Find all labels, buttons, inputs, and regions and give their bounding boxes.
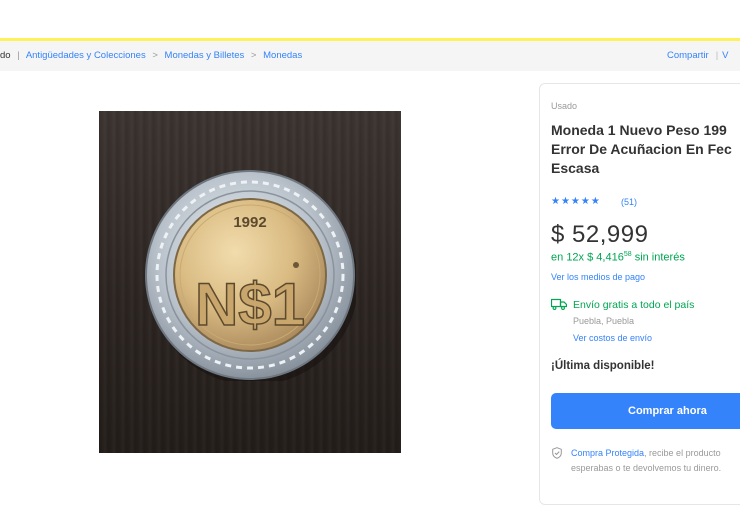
installment-cents: 58 [623,251,632,258]
free-shipping-text: Envío gratis a todo el país [573,299,695,311]
sell-link-cut[interactable]: V [722,50,728,61]
breadcrumb-item-antiques[interactable]: Antigüedades y Colecciones [26,50,146,61]
breadcrumb-item-coins-bills[interactable]: Monedas y Billetes [165,50,245,61]
buy-box: Usado Moneda 1 Nuevo Peso 199 Error De A… [539,83,740,505]
rating-stars-icon: ★★★★★ [551,196,601,207]
coin-image: 1992 N$1 [145,170,356,381]
breadcrumb-cut-text: do [0,50,11,61]
protection-text: , recibe el producto [644,448,721,458]
payment-methods-link[interactable]: Ver los medios de pago [551,272,645,282]
shipping-costs-link[interactable]: Ver costos de envío [573,333,652,343]
product-title: Moneda 1 Nuevo Peso 199 Error De Acuñaci… [551,122,732,176]
installments-info: en 12x $ 4,41658 sin interés [551,251,685,264]
breadcrumb-bar: do | Antigüedades y Colecciones > Moneda… [0,41,740,71]
breadcrumb-chevron: > [250,50,257,61]
product-photo[interactable]: 1992 N$1 [99,111,401,453]
share-area: Compartir | V [667,41,729,71]
installments-count: 12x [566,251,585,264]
installments-suffix: sin interés [634,251,685,264]
availability-text: ¡Última disponible! [551,360,655,372]
product-price: $ 52,999 [551,221,649,248]
seller-location: Puebla, Puebla [573,316,635,326]
installments-prefix: en [551,251,564,264]
breadcrumb: do | Antigüedades y Colecciones > Moneda… [0,41,302,71]
buy-now-button[interactable]: Comprar ahora [551,393,740,429]
condition-label: Usado [551,101,578,111]
share-link[interactable]: Compartir [667,50,709,61]
product-card: 1992 N$1 Usado Moneda 1 Nuevo Peso 199 E… [0,71,740,505]
truck-icon [551,298,567,310]
top-header [0,0,740,38]
breadcrumb-item-coins[interactable]: Monedas [263,50,302,61]
installment-amount: $ 4,416 [587,251,624,264]
shield-check-icon [552,447,562,459]
share-divider: | [715,50,719,61]
reviews-link[interactable]: (51) [621,197,637,207]
breadcrumb-chevron: > [152,50,158,61]
purchase-protection: Compra Protegida, recibe el producto esp… [571,446,721,476]
protected-purchase-link[interactable]: Compra Protegida [571,448,644,458]
coin-year: 1992 [233,214,266,231]
breadcrumb-separator: | [17,50,20,61]
coin-denomination: N$1 [195,271,305,338]
protection-text-line2: esperabas o te devolvemos tu dinero. [571,463,722,473]
product-page: 1992 N$1 Usado Moneda 1 Nuevo Peso 199 E… [0,71,740,505]
